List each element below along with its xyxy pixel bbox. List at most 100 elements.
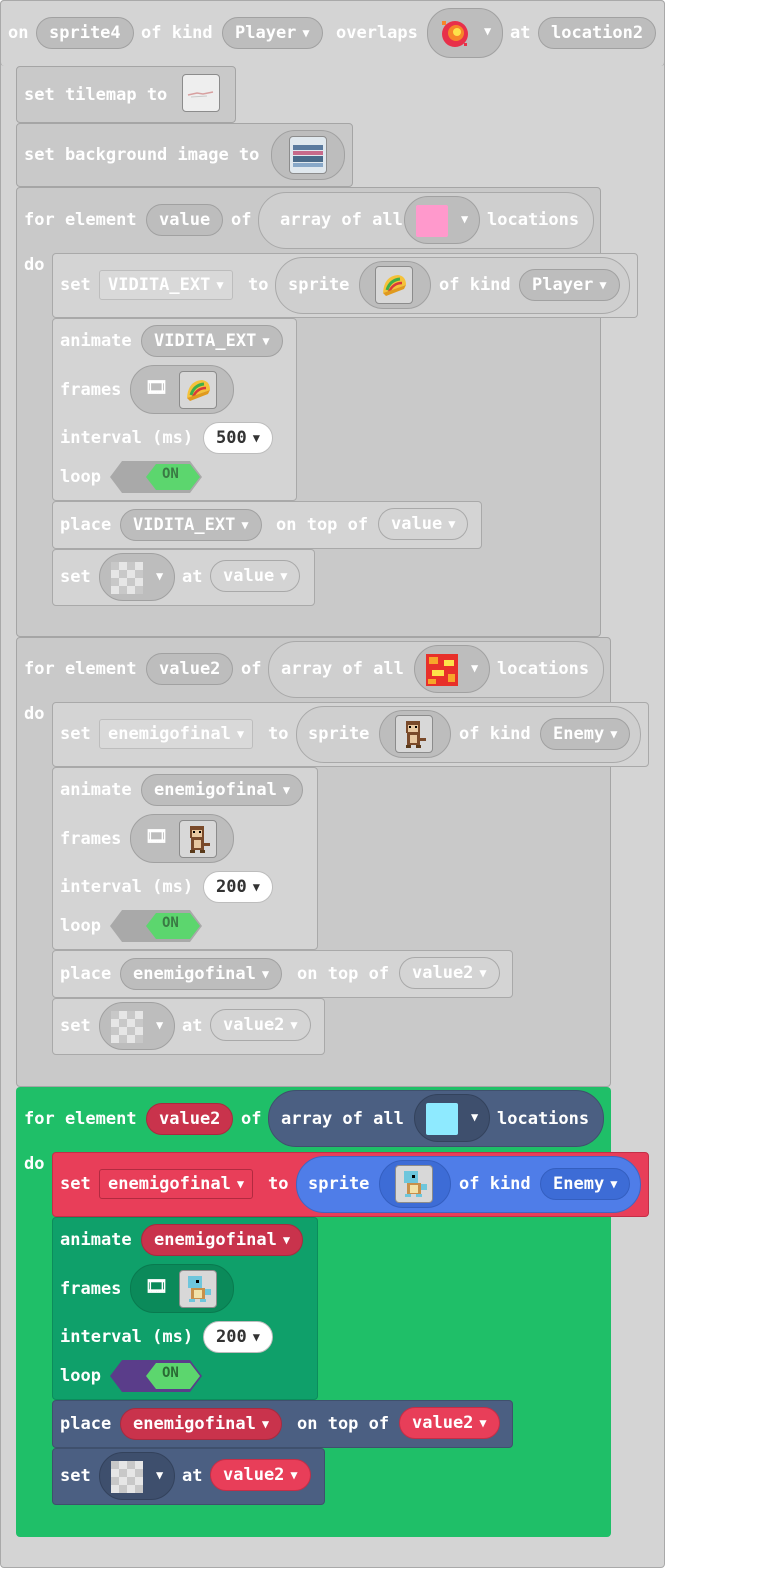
loop2-toggle-on-label: ON — [162, 915, 179, 931]
loop2-tile-dropdown[interactable]: ▼ — [414, 645, 490, 693]
loop2-set-var-dropdown[interactable]: enemigofinal ▼ — [99, 719, 254, 749]
event-kind-value: Player — [235, 23, 297, 43]
loop1-sprite-thumb[interactable] — [375, 266, 413, 304]
cyan-tile-icon — [426, 1103, 458, 1135]
loop2-place-label: place — [60, 964, 112, 984]
loop3-sprite-thumb[interactable] — [395, 1165, 433, 1203]
loop1-kind-value: Player — [532, 275, 594, 295]
loop1-tile-dropdown[interactable]: ▼ — [404, 196, 480, 244]
background-image-oval[interactable] — [271, 130, 345, 180]
loop3-var-pill[interactable]: value2 — [146, 1103, 234, 1135]
loop3-do-label: do — [24, 1154, 45, 1174]
loop1-toggle-on-label: ON — [162, 466, 179, 482]
loop3-tile-dropdown[interactable]: ▼ — [414, 1094, 490, 1142]
loop2-tile-image-dropdown[interactable]: ▼ — [99, 1002, 175, 1050]
loop1-kind-dropdown[interactable]: Player ▼ — [519, 269, 620, 301]
caret-down-icon: ▼ — [290, 1018, 298, 1032]
toggle-track — [110, 461, 202, 493]
loop1-at-var-dropdown[interactable]: value ▼ — [210, 560, 301, 592]
caret-down-icon: ▼ — [252, 880, 260, 894]
loop2-loop-toggle[interactable]: ON — [110, 910, 202, 942]
loop2-kind-dropdown[interactable]: Enemy ▼ — [540, 718, 631, 750]
caret-down-icon: ▼ — [261, 967, 270, 981]
loop1-var-pill[interactable]: value — [146, 204, 224, 236]
squirtle-sprite-icon — [188, 1276, 211, 1302]
loop3-kind-dropdown[interactable]: Enemy ▼ — [540, 1168, 631, 1200]
set-tilemap-label: set tilemap to — [24, 85, 168, 105]
loop1-of-kind-label: of kind — [439, 275, 511, 295]
caret-down-icon: ▼ — [599, 278, 607, 292]
caret-down-icon: ▼ — [261, 1417, 270, 1431]
loop3-animate-var-dropdown[interactable]: enemigofinal ▼ — [141, 1224, 304, 1256]
loop3-set-var-dropdown[interactable]: enemigofinal ▼ — [99, 1169, 254, 1199]
caret-down-icon: ▼ — [448, 517, 456, 531]
loop2-sprite-label: sprite — [308, 724, 370, 744]
loop1-animate-var-dropdown[interactable]: VIDITA_EXT ▼ — [141, 325, 283, 357]
loop1-frames-thumb[interactable] — [179, 371, 217, 409]
event-location-var[interactable]: location2 — [538, 17, 657, 49]
caret-down-icon: ▼ — [236, 1177, 245, 1191]
loop3-interval-input[interactable]: 200 ▼ — [203, 1321, 273, 1353]
loop2-sprite-thumb[interactable] — [395, 715, 433, 753]
caret-down-icon: ▼ — [216, 278, 224, 292]
loop1-interval-input[interactable]: 500 ▼ — [203, 422, 273, 454]
loop1-place-target-value: value — [391, 514, 443, 534]
background-thumbnail-icon — [293, 145, 323, 167]
event-kind-dropdown[interactable]: Player ▼ — [222, 17, 323, 49]
loop3-place-label: place — [60, 1414, 112, 1434]
loop2-var-pill[interactable]: value2 — [146, 653, 234, 685]
loop3-at-var-dropdown[interactable]: value2 ▼ — [210, 1459, 311, 1491]
caret-down-icon: ▼ — [252, 431, 260, 445]
loop2-at-var-dropdown[interactable]: value2 ▼ — [210, 1009, 311, 1041]
caret-down-icon: ▼ — [461, 212, 469, 226]
loop1-tile-image-dropdown[interactable]: ▼ — [99, 553, 175, 601]
loop2-frames-oval[interactable]: 🎞 — [130, 814, 234, 863]
loop3-place-var-dropdown[interactable]: enemigofinal ▼ — [120, 1408, 283, 1440]
background-thumbnail[interactable] — [289, 136, 327, 174]
loop1-place-var-dropdown[interactable]: VIDITA_EXT ▼ — [120, 509, 262, 541]
loop1-set-var-dropdown[interactable]: VIDITA_EXT ▼ — [99, 270, 233, 300]
loop3-locations-label: locations — [497, 1109, 590, 1129]
loop3-loop-label: loop — [60, 1366, 101, 1386]
loop1-set2-label: set — [60, 567, 91, 587]
loop2-at-var-value: value2 — [223, 1015, 285, 1035]
loop3-frames-thumb[interactable] — [179, 1270, 217, 1308]
loop2-frames-thumb[interactable] — [179, 820, 217, 858]
loop3-animate-label: animate — [60, 1230, 132, 1250]
lava-tile-icon — [426, 654, 458, 686]
loop3-set2-label: set — [60, 1466, 91, 1486]
loop3-toggle-on-label: ON — [162, 1365, 179, 1381]
loop3-frames-oval[interactable]: 🎞 — [130, 1264, 234, 1313]
loop2-kind-value: Enemy — [553, 724, 605, 744]
event-overlaps-label: overlaps — [336, 23, 418, 43]
loop3-tile-image-dropdown[interactable]: ▼ — [99, 1452, 175, 1500]
loop2-place-var-dropdown[interactable]: enemigofinal ▼ — [120, 958, 283, 990]
loop1-locations-label: locations — [487, 210, 580, 230]
event-sprite-var[interactable]: sprite4 — [36, 17, 134, 49]
caret-down-icon: ▼ — [302, 26, 310, 40]
loop2-locations-label: locations — [497, 659, 590, 679]
fireball-tile-dropdown[interactable]: ▼ — [427, 8, 503, 58]
caret-down-icon: ▼ — [241, 518, 249, 532]
loop2-sprite-image-oval[interactable] — [379, 710, 451, 758]
loop2-animate-var-dropdown[interactable]: enemigofinal ▼ — [141, 774, 304, 806]
loop3-loop-toggle[interactable]: ON — [110, 1360, 202, 1392]
loop3-kind-value: Enemy — [553, 1174, 605, 1194]
loop1-loop-toggle[interactable]: ON — [110, 461, 202, 493]
loop3-sprite-image-oval[interactable] — [379, 1160, 451, 1208]
loop1-place-target-dropdown[interactable]: value ▼ — [378, 508, 469, 540]
loop1-set-label: set — [60, 275, 91, 295]
loop2-place-target-dropdown[interactable]: value2 ▼ — [399, 957, 500, 989]
loop2-place-target-value: value2 — [412, 963, 474, 983]
loop3-animate-var-value: enemigofinal — [154, 1230, 277, 1250]
loop2-interval-input[interactable]: 200 ▼ — [203, 871, 273, 903]
loop1-frames-oval[interactable]: 🎞 — [130, 365, 234, 414]
event-of-kind-label: of kind — [141, 23, 213, 43]
loop1-sprite-image-oval[interactable] — [359, 261, 431, 309]
loop2-set-label: set — [60, 724, 91, 744]
loop1-interval-value: 500 — [216, 428, 247, 448]
loop1-place-label: place — [60, 515, 112, 535]
loop2-interval-label: interval (ms) — [60, 877, 194, 897]
loop3-place-target-dropdown[interactable]: value2 ▼ — [399, 1407, 500, 1439]
tilemap-thumbnail[interactable] — [182, 74, 220, 112]
